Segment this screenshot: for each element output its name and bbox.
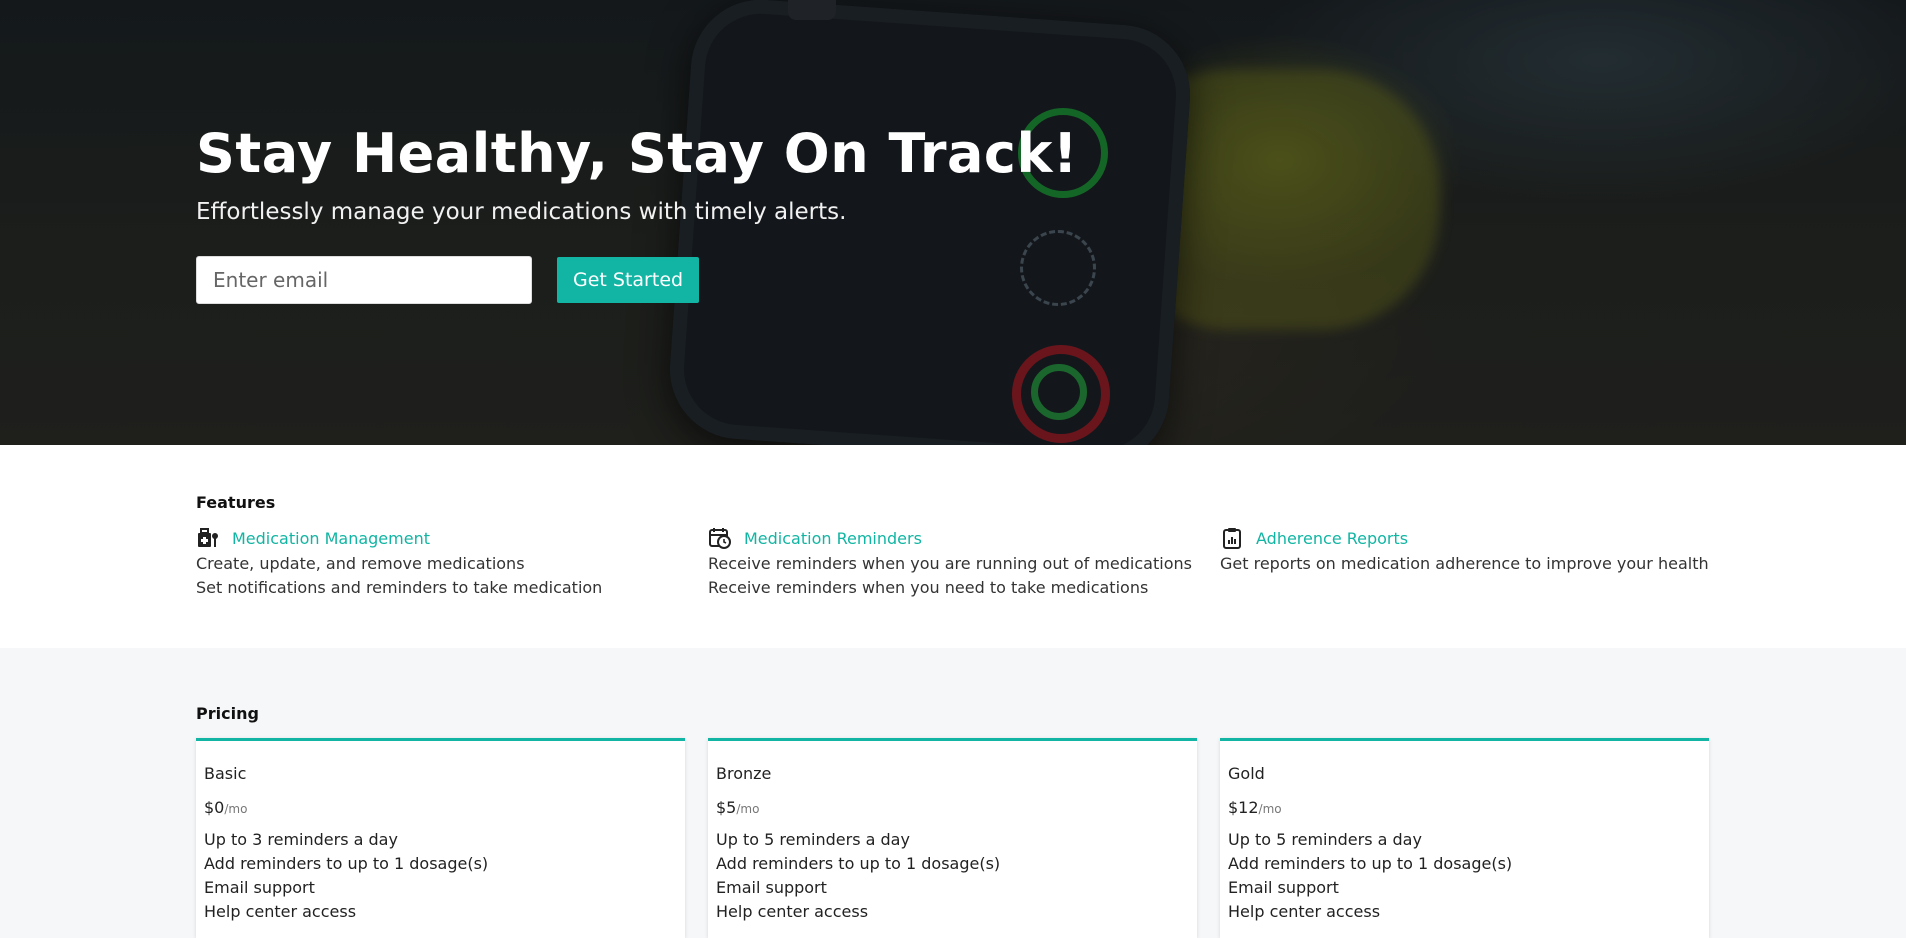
plan-feature: Help center access	[1228, 902, 1381, 921]
hero-title: Stay Healthy, Stay On Track!	[196, 122, 1078, 185]
plan-price-period: /mo	[224, 802, 248, 816]
plan-feature-list: Up to 3 reminders a day Add reminders to…	[204, 828, 677, 924]
feature-title: Adherence Reports	[1256, 528, 1409, 548]
feature-line: Receive reminders when you are running o…	[708, 554, 1192, 573]
plan-feature: Email support	[1228, 878, 1339, 897]
clipboard-icon	[1220, 527, 1244, 549]
get-started-button[interactable]: Get Started	[557, 257, 700, 303]
feature-medication-management: Medication Management Create, update, an…	[196, 527, 708, 600]
plan-price-amount: $12	[1228, 798, 1259, 817]
plan-feature: Help center access	[716, 902, 869, 921]
plan-feature-list: Up to 5 reminders a day Add reminders to…	[716, 828, 1189, 924]
plan-feature: Up to 5 reminders a day	[716, 830, 910, 849]
plan-name: Basic	[204, 764, 247, 783]
hero-subtitle: Effortlessly manage your medications wit…	[196, 199, 847, 225]
features-heading: Features	[196, 493, 276, 512]
plan-feature: Help center access	[204, 902, 357, 921]
calendar-clock-icon	[708, 527, 732, 549]
hero-section: Stay Healthy, Stay On Track! Effortlessl…	[0, 0, 1906, 445]
feature-description: Receive reminders when you are running o…	[708, 552, 1220, 600]
plan-feature: Email support	[204, 878, 315, 897]
feature-line: Set notifications and reminders to take …	[196, 578, 603, 597]
plan-price: $0/mo	[204, 798, 677, 817]
plan-feature: Up to 3 reminders a day	[204, 830, 398, 849]
plan-feature: Add reminders to up to 1 dosage(s)	[716, 854, 1001, 873]
feature-medication-reminders: Medication Reminders Receive reminders w…	[708, 527, 1220, 600]
pricing-section: Pricing Basic $0/mo Up to 3 reminders a …	[0, 648, 1906, 938]
feature-description: Create, update, and remove medications S…	[196, 552, 708, 600]
feature-line: Create, update, and remove medications	[196, 554, 525, 573]
feature-header: Medication Management	[196, 527, 708, 549]
plan-price-period: /mo	[736, 802, 760, 816]
feature-title: Medication Management	[232, 528, 430, 548]
feature-adherence-reports: Adherence Reports Get reports on medicat…	[1220, 527, 1732, 600]
medication-bag-icon	[196, 527, 220, 549]
plan-feature: Add reminders to up to 1 dosage(s)	[1228, 854, 1513, 873]
plan-card-basic[interactable]: Basic $0/mo Up to 3 reminders a day Add …	[196, 738, 685, 938]
plan-feature-list: Up to 5 reminders a day Add reminders to…	[1228, 828, 1701, 924]
features-section: Features Medication Management Create, u…	[0, 445, 1906, 648]
email-input[interactable]	[196, 256, 532, 304]
feature-description: Get reports on medication adherence to i…	[1220, 552, 1732, 576]
plan-card-gold[interactable]: Gold $12/mo Up to 5 reminders a day Add …	[1220, 738, 1709, 938]
plan-price: $12/mo	[1228, 798, 1701, 817]
plan-feature: Add reminders to up to 1 dosage(s)	[204, 854, 489, 873]
pricing-heading: Pricing	[196, 704, 259, 723]
plan-feature: Email support	[716, 878, 827, 897]
plan-feature: Up to 5 reminders a day	[1228, 830, 1422, 849]
plan-price-amount: $5	[716, 798, 737, 817]
signup-form: Get Started	[196, 256, 1078, 304]
feature-header: Adherence Reports	[1220, 527, 1732, 549]
hero-content: Stay Healthy, Stay On Track! Effortlessl…	[196, 122, 1078, 304]
feature-line: Receive reminders when you need to take …	[708, 578, 1149, 597]
plan-price: $5/mo	[716, 798, 1189, 817]
plan-name: Gold	[1228, 764, 1265, 783]
plan-name: Bronze	[716, 764, 772, 783]
plan-price-period: /mo	[1258, 802, 1282, 816]
plan-grid: Basic $0/mo Up to 3 reminders a day Add …	[196, 738, 1732, 938]
feature-title: Medication Reminders	[744, 528, 922, 548]
feature-grid: Medication Management Create, update, an…	[196, 527, 1732, 600]
feature-header: Medication Reminders	[708, 527, 1220, 549]
plan-price-amount: $0	[204, 798, 225, 817]
feature-line: Get reports on medication adherence to i…	[1220, 554, 1709, 573]
plan-card-bronze[interactable]: Bronze $5/mo Up to 5 reminders a day Add…	[708, 738, 1197, 938]
